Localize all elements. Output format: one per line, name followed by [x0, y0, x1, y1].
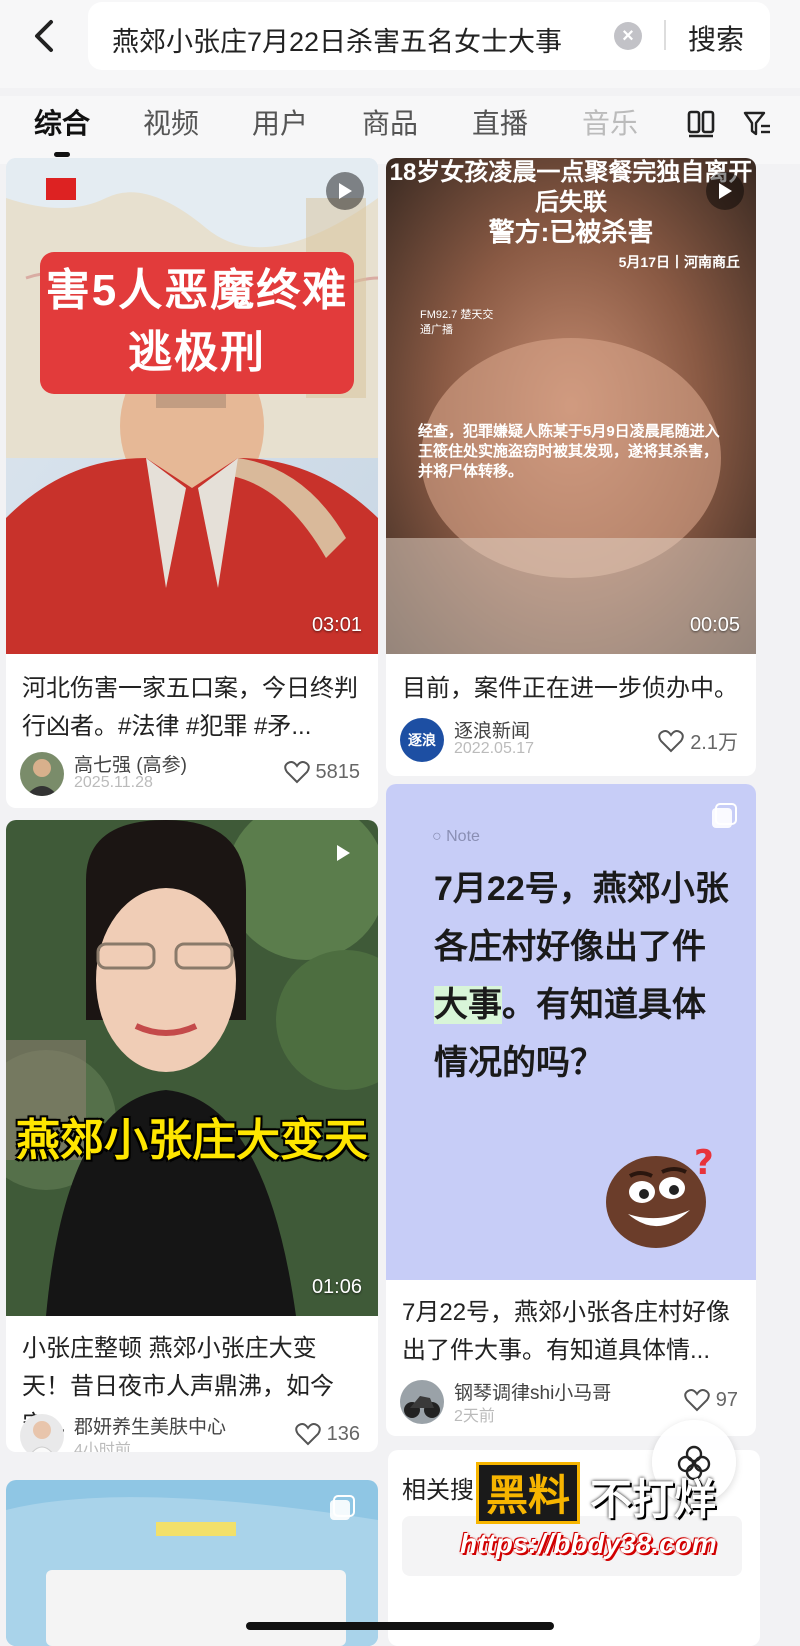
play-icon: [326, 172, 364, 210]
note-highlight: 大: [434, 986, 468, 1024]
author-name[interactable]: 高七强 (高参): [74, 750, 187, 777]
video-duration: 01:06: [311, 1276, 362, 1298]
card-title[interactable]: 河北伤害一家五口案，今日终判行凶者。#法律 #犯罪 #矛...: [22, 670, 362, 746]
note-label-icon: ○: [432, 828, 447, 845]
watermark-url: https://bbdy38.com: [460, 1528, 717, 1559]
like-button[interactable]: 136: [294, 1422, 360, 1446]
top-bar: 燕郊小张庄7月22日杀害五名女士大事 × 搜索: [0, 0, 800, 88]
chevron-left-icon: [35, 20, 53, 52]
thumbnail-overlay-meta: 5月17日丨河南商丘: [618, 254, 740, 270]
card-title[interactable]: 7月22号，燕郊小张各庄村好像出了件大事。有知道具体情...: [402, 1294, 740, 1370]
layout-toggle-icon[interactable]: [686, 108, 716, 143]
thinking-emoji-icon: ?: [598, 1136, 720, 1263]
watermark: 黑料 不打烊 https://bbdy38.com: [460, 1462, 796, 1562]
post-date: 2022.05.17: [454, 740, 535, 757]
thumbnail-image: [6, 158, 378, 654]
like-count: 136: [326, 1422, 360, 1445]
heart-icon: [684, 1389, 710, 1412]
svg-text:?: ?: [694, 1143, 714, 1183]
like-count: 2.1万: [690, 732, 738, 754]
tab-live[interactable]: 直播: [472, 102, 528, 142]
active-tab-indicator: [54, 152, 70, 157]
heart-icon: [283, 761, 310, 784]
like-button[interactable]: 97: [684, 1388, 738, 1412]
thumbnail-overlay-text: 燕郊小张庄大变天: [16, 1116, 368, 1165]
note-card[interactable]: ○ Note 7月22号，燕郊小张各庄村好像出了件大事。有知道具体情况的吗？ ?…: [386, 784, 756, 1436]
like-count: 5815: [315, 760, 361, 783]
search-button[interactable]: 搜索: [688, 18, 744, 58]
heart-icon: [294, 1423, 321, 1446]
author-name[interactable]: 郡妍养生美肤中心: [74, 1412, 226, 1439]
search-divider: [664, 20, 666, 50]
post-date: 2天前: [454, 1408, 495, 1425]
search-input[interactable]: 燕郊小张庄7月22日杀害五名女士大事: [112, 20, 602, 59]
author-row[interactable]: 钢琴调律shi小马哥 2天前 97: [400, 1378, 742, 1426]
avatar[interactable]: [20, 752, 64, 796]
like-count: 97: [715, 1388, 738, 1411]
avatar[interactable]: 逐浪: [400, 718, 444, 762]
post-date: 2025.11.28: [74, 774, 153, 791]
video-card[interactable]: 18岁女孩凌晨一点聚餐完独自离开后失联 警方:已被杀害 5月17日丨河南商丘 F…: [386, 158, 756, 776]
like-button[interactable]: 2.1万: [658, 726, 738, 755]
related-search-title: 相关搜: [402, 1477, 474, 1504]
author-row[interactable]: 郡妍养生美肤中心 4小时前 136: [20, 1412, 364, 1452]
watermark-logo: 黑料: [476, 1462, 580, 1524]
note-label: ○ Note: [432, 828, 480, 846]
back-button[interactable]: [22, 14, 66, 58]
tab-video[interactable]: 视频: [143, 102, 199, 142]
multi-image-icon: [328, 1494, 356, 1527]
filter-icon[interactable]: [742, 108, 772, 143]
multi-image-icon: [710, 802, 738, 835]
video-card[interactable]: 燕郊小张庄大变天 01:06 小张庄整顿 燕郊小张庄大变天！昔日夜市人声鼎沸，如…: [6, 820, 378, 1452]
note-highlight: 事: [468, 986, 502, 1024]
thumbnail-overlay-caption: 经查，犯罪嫌疑人陈某于5月9日凌晨尾随进入王筱住处实施盗窃时被其发现，遂将其杀害…: [418, 423, 720, 480]
tab-users[interactable]: 用户: [252, 102, 308, 142]
video-card[interactable]: 害5人恶魔终难逃极刑 03:01 河北伤害一家五口案，今日终判行凶者。#法律 #…: [6, 158, 378, 808]
thumbnail-overlay-source: FM92.7 楚天交通广播: [420, 309, 494, 336]
note-label-text: Note: [446, 828, 480, 845]
author-row[interactable]: 逐浪 逐浪新闻 2022.05.17 2.1万: [400, 716, 742, 764]
thumbnail-overlay-text: 害5人恶魔终难逃极刑: [40, 252, 354, 394]
thumbnail-overlay-headline: 18岁女孩凌晨一点聚餐完独自离开后失联: [389, 159, 753, 216]
category-tabs: 综合 视频 用户 商品 直播 音乐: [0, 96, 800, 164]
author-name[interactable]: 钢琴调律shi小马哥: [454, 1378, 611, 1405]
play-icon: [706, 172, 744, 210]
heart-icon: [658, 729, 684, 752]
card-title[interactable]: 目前，案件正在进一步侦办中。: [402, 670, 740, 708]
avatar[interactable]: [400, 1380, 444, 1424]
video-thumbnail[interactable]: 害5人恶魔终难逃极刑 03:01: [6, 158, 378, 654]
like-button[interactable]: 5815: [283, 760, 361, 784]
home-indicator[interactable]: [246, 1622, 554, 1630]
avatar[interactable]: [20, 1414, 64, 1452]
note-text-part: 7月22号，燕郊小张各庄村好像出了件: [434, 870, 729, 966]
play-icon: [324, 834, 362, 872]
note-body-text: 7月22号，燕郊小张各庄村好像出了件大事。有知道具体情况的吗？: [434, 860, 734, 1092]
thumbnail-overlay-subtitle: 警方:已被杀害: [488, 217, 654, 247]
author-row[interactable]: 高七强 (高参) 2025.11.28 5815: [20, 750, 364, 798]
thumbnail-image: [6, 820, 378, 1316]
video-thumbnail[interactable]: 18岁女孩凌晨一点聚餐完独自离开后失联 警方:已被杀害 5月17日丨河南商丘 F…: [386, 158, 756, 654]
tab-comprehensive[interactable]: 综合: [34, 102, 90, 142]
video-duration: 00:05: [689, 614, 740, 636]
video-duration: 03:01: [311, 614, 362, 636]
tab-music[interactable]: 音乐: [582, 102, 638, 142]
tab-products[interactable]: 商品: [362, 102, 418, 142]
watermark-slogan: 不打烊: [590, 1476, 717, 1523]
clear-icon[interactable]: ×: [614, 22, 642, 50]
post-date: 4小时前: [74, 1442, 131, 1452]
video-thumbnail[interactable]: 燕郊小张庄大变天 01:06: [6, 820, 378, 1316]
author-name[interactable]: 逐浪新闻: [454, 716, 530, 743]
search-box[interactable]: 燕郊小张庄7月22日杀害五名女士大事 × 搜索: [88, 2, 770, 70]
